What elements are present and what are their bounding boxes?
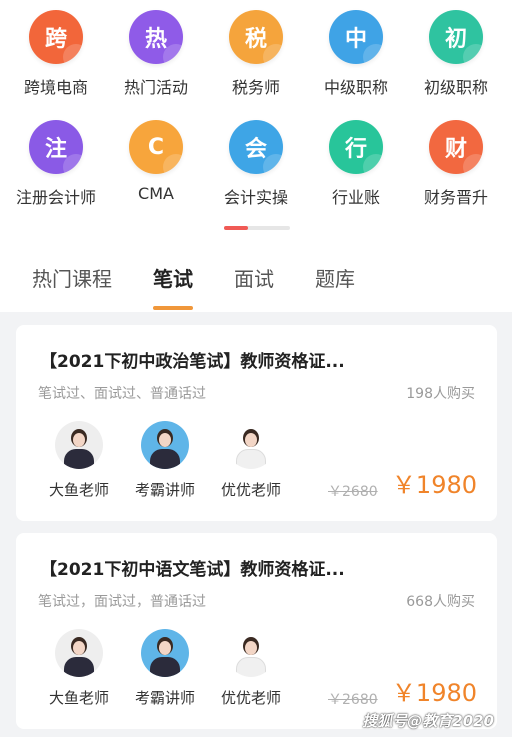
cross-border-icon: 跨 bbox=[29, 10, 83, 64]
buyer-count: 668人购买 bbox=[406, 594, 475, 610]
category-junior-title[interactable]: 初 初级职称 bbox=[408, 10, 504, 98]
avatar bbox=[227, 421, 275, 469]
avatar bbox=[55, 421, 103, 469]
category-finance-promotion[interactable]: 财 财务晋升 bbox=[408, 120, 504, 208]
category-industry-accounts[interactable]: 行 行业账 bbox=[308, 120, 404, 208]
course-tags: 笔试过，面试过，普通话过 bbox=[38, 594, 206, 610]
course-title: 【2021下初中语文笔试】教师资格证... bbox=[40, 560, 345, 580]
teacher-name: 优优老师 bbox=[220, 689, 281, 707]
category-label: 跨境电商 bbox=[23, 78, 88, 97]
hot-icon: 热 bbox=[129, 10, 183, 64]
teacher-item[interactable]: 大鱼老师 bbox=[36, 629, 122, 708]
avatar bbox=[141, 629, 189, 677]
cpa-icon: 注 bbox=[29, 120, 83, 174]
category-grid: 跨 跨境电商 热 热门活动 税 税务师 中 中级职称 初 初级职称 注 注册会计… bbox=[0, 10, 512, 208]
teacher-name: 考霸讲师 bbox=[134, 481, 195, 499]
source-watermark: 搜狐号@教育2020 bbox=[362, 712, 494, 730]
course-title: 【2021下初中政治笔试】教师资格证... bbox=[40, 352, 345, 372]
teacher-name: 大鱼老师 bbox=[48, 689, 109, 707]
category-row-1: 跨 跨境电商 热 热门活动 税 税务师 中 中级职称 初 初级职称 bbox=[0, 10, 512, 98]
industry-icon: 行 bbox=[329, 120, 383, 174]
buyer-count: 198人购买 bbox=[406, 386, 475, 402]
tab-hot-courses[interactable]: 热门课程 bbox=[32, 262, 112, 310]
category-hot-activities[interactable]: 热 热门活动 bbox=[108, 10, 204, 98]
tab-interview[interactable]: 面试 bbox=[234, 262, 274, 310]
category-row-2: 注 注册会计师 C CMA 会 会计实操 行 行业账 财 财务晋升 bbox=[0, 120, 512, 208]
category-label: 中级职称 bbox=[323, 78, 388, 97]
intermediate-icon: 中 bbox=[329, 10, 383, 64]
category-label: CMA bbox=[138, 184, 174, 203]
current-price: ￥1980 bbox=[391, 679, 477, 707]
category-tax-advisor[interactable]: 税 税务师 bbox=[208, 10, 304, 98]
teacher-item[interactable]: 考霸讲师 bbox=[122, 629, 208, 708]
category-page-indicator bbox=[224, 226, 290, 230]
category-label: 热门活动 bbox=[123, 78, 188, 97]
teacher-item[interactable]: 优优老师 bbox=[208, 629, 294, 708]
teacher-name: 优优老师 bbox=[220, 481, 281, 499]
original-price: ￥2680 bbox=[328, 692, 378, 708]
tab-question-bank[interactable]: 题库 bbox=[315, 262, 355, 310]
teacher-list: 大鱼老师 考霸讲师 优优老师 bbox=[36, 421, 294, 500]
teacher-name: 大鱼老师 bbox=[48, 481, 109, 499]
course-tags: 笔试过、面试过、普通话过 bbox=[38, 386, 206, 402]
category-intermediate-title[interactable]: 中 中级职称 bbox=[308, 10, 404, 98]
category-label: 注册会计师 bbox=[15, 188, 96, 207]
tab-written-exam[interactable]: 笔试 bbox=[153, 262, 193, 310]
category-label: 会计实操 bbox=[223, 188, 288, 207]
avatar bbox=[141, 421, 189, 469]
category-cma[interactable]: C CMA bbox=[108, 120, 204, 208]
accounting-icon: 会 bbox=[229, 120, 283, 174]
teacher-name: 考霸讲师 bbox=[134, 689, 195, 707]
category-label: 初级职称 bbox=[423, 78, 488, 97]
teacher-list: 大鱼老师 考霸讲师 优优老师 bbox=[36, 629, 294, 708]
category-label: 财务晋升 bbox=[423, 188, 488, 207]
category-label: 行业账 bbox=[331, 188, 380, 207]
category-label: 税务师 bbox=[231, 78, 280, 97]
finance-icon: 财 bbox=[429, 120, 483, 174]
course-tabs: 热门课程 笔试 面试 题库 bbox=[0, 262, 512, 310]
teacher-item[interactable]: 优优老师 bbox=[208, 421, 294, 500]
current-price: ￥1980 bbox=[391, 471, 477, 499]
course-card[interactable]: 【2021下初中政治笔试】教师资格证... 笔试过、面试过、普通话过 198人购… bbox=[16, 325, 497, 521]
cma-icon: C bbox=[129, 120, 183, 174]
category-cpa[interactable]: 注 注册会计师 bbox=[8, 120, 104, 208]
page-indicator-active bbox=[224, 226, 248, 230]
category-accounting-practice[interactable]: 会 会计实操 bbox=[208, 120, 304, 208]
avatar bbox=[227, 629, 275, 677]
teacher-item[interactable]: 考霸讲师 bbox=[122, 421, 208, 500]
junior-icon: 初 bbox=[429, 10, 483, 64]
course-card[interactable]: 【2021下初中语文笔试】教师资格证... 笔试过，面试过，普通话过 668人购… bbox=[16, 533, 497, 729]
avatar bbox=[55, 629, 103, 677]
teacher-item[interactable]: 大鱼老师 bbox=[36, 421, 122, 500]
tax-icon: 税 bbox=[229, 10, 283, 64]
category-cross-border[interactable]: 跨 跨境电商 bbox=[8, 10, 104, 98]
original-price: ￥2680 bbox=[328, 484, 378, 500]
